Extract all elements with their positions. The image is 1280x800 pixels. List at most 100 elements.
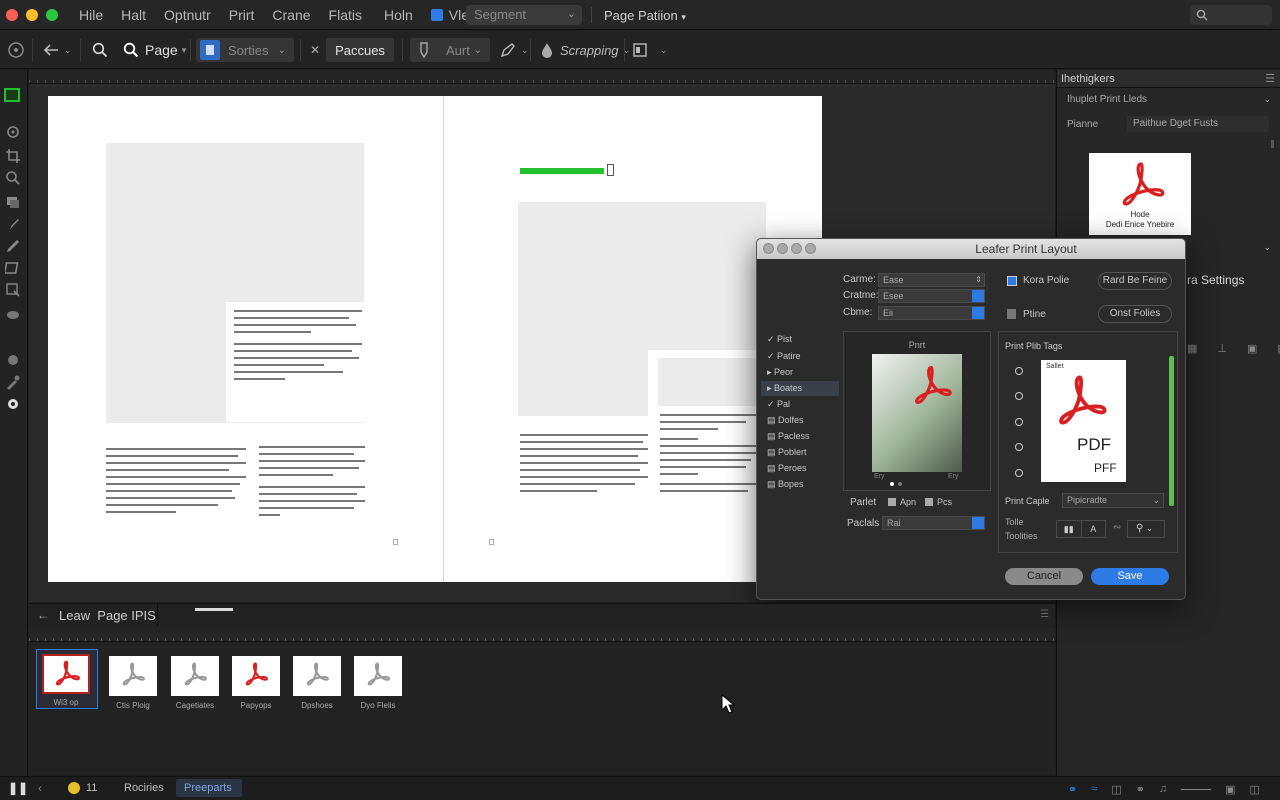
search-options-dropdown[interactable]: ⚲ ⌄ — [1127, 520, 1165, 538]
pause-icon[interactable]: ❚❚ — [8, 781, 28, 795]
pen-icon[interactable] — [5, 238, 21, 254]
close-window-button[interactable] — [6, 8, 18, 21]
dialog-close-button[interactable] — [763, 243, 774, 254]
menu-item[interactable]: Halt — [112, 7, 155, 23]
distribute-icon[interactable]: ⊥ — [1217, 342, 1227, 356]
menu-item[interactable]: Holn — [375, 7, 422, 23]
warning-icon[interactable] — [68, 782, 80, 794]
hand-icon[interactable] — [5, 352, 21, 368]
music-icon[interactable]: ♫ — [1159, 783, 1167, 795]
menu-item[interactable]: Hile — [70, 7, 112, 23]
radio-button[interactable] — [1015, 443, 1023, 451]
close-icon[interactable]: ☰ — [1265, 72, 1275, 85]
cancel-button[interactable]: Cancel — [1005, 568, 1083, 585]
print-caple-dropdown[interactable]: Pipicradte ⌄ — [1062, 493, 1164, 508]
kora-polie-label[interactable]: Kora Polie — [1023, 275, 1069, 286]
zoom-tool-button[interactable] — [92, 38, 108, 62]
columns-icon[interactable]: ◫ — [1111, 783, 1121, 796]
settings-dropdown[interactable]: ⌄ — [1187, 242, 1275, 258]
radio-button[interactable] — [1015, 392, 1023, 400]
green-scrollbar[interactable] — [1169, 356, 1174, 506]
panel-scrollbar[interactable] — [1271, 140, 1274, 148]
wrap-icon[interactable]: ∾ — [1113, 522, 1121, 533]
chain-icon[interactable]: ⚭ — [1136, 783, 1145, 796]
cloud-icon[interactable] — [5, 306, 21, 322]
crop-icon[interactable] — [5, 148, 21, 164]
list-item[interactable]: ✓ Patire — [767, 351, 801, 362]
status-tab-active[interactable]: Preeparts — [176, 779, 242, 797]
sorties-dropdown[interactable]: Sorties ⌄ — [196, 38, 294, 62]
onst-folies-button[interactable]: Onst Folies — [1098, 305, 1172, 323]
preset-dropdown[interactable]: Ihuplet Print Lleds ⌄ — [1063, 94, 1275, 110]
radio-button[interactable] — [1015, 367, 1023, 375]
page-pattern-menu[interactable]: Page Patiion ▾ — [604, 8, 686, 23]
list-item[interactable]: ✓ Pist — [767, 334, 792, 345]
zoom-slider[interactable] — [1181, 788, 1212, 790]
paclals-field[interactable]: Rai — [882, 516, 985, 530]
search-field[interactable] — [1190, 5, 1272, 25]
list-item[interactable]: ▸ Peor — [767, 367, 793, 378]
link-icon[interactable]: ⚭ — [1068, 783, 1077, 796]
list-item[interactable]: ▤ Peroes — [767, 463, 807, 474]
preview-page-indicator[interactable] — [890, 482, 894, 486]
paccues-button[interactable]: Paccues — [326, 38, 394, 62]
page-thumbnail[interactable] — [42, 654, 90, 694]
page-zoom-dropdown[interactable]: Page ▾ — [123, 38, 186, 62]
list-item[interactable]: ▤ Pacless — [767, 431, 810, 442]
checkbox[interactable] — [888, 498, 896, 506]
minimize-window-button[interactable] — [26, 8, 38, 21]
zoom-window-button[interactable] — [46, 8, 58, 21]
menu-item[interactable]: Flatis — [320, 7, 371, 23]
name-field[interactable]: Paithue Dget Fusts — [1127, 116, 1269, 132]
list-item[interactable]: ▤ Poblert — [767, 447, 807, 458]
frame-icon[interactable]: ▣ — [1247, 342, 1257, 356]
save-button[interactable]: Save — [1091, 568, 1169, 585]
search-icon[interactable] — [5, 170, 21, 186]
page-thumbnail[interactable] — [354, 656, 402, 696]
segment-select[interactable]: Segment ⌄ — [466, 5, 582, 25]
gear-icon[interactable] — [5, 124, 21, 140]
dialog-zoom-button[interactable] — [791, 243, 802, 254]
menu-item[interactable]: Crane — [263, 7, 319, 23]
menu-item[interactable]: Optnutr — [155, 7, 220, 23]
panel-menu-icon[interactable]: ☰ — [1040, 609, 1049, 620]
list-item[interactable]: ▤ Dolfes — [767, 415, 804, 426]
menu-item[interactable]: Prirt — [220, 7, 264, 23]
text-icon[interactable]: A — [1082, 521, 1106, 537]
back-arrow-button[interactable]: ⌄ — [42, 38, 72, 62]
radio-button[interactable] — [1015, 469, 1023, 477]
page-thumbnail[interactable] — [109, 656, 157, 696]
shape-icon[interactable] — [5, 260, 21, 276]
left-page[interactable] — [48, 96, 444, 582]
align-icon[interactable]: ▦ — [1187, 342, 1197, 356]
wave-icon[interactable]: ≈ — [1091, 783, 1097, 795]
layout-tool-button[interactable]: ⌄ — [632, 38, 668, 62]
page-thumbnail[interactable] — [171, 656, 219, 696]
page-thumbnail[interactable] — [232, 656, 280, 696]
carme-field[interactable]: Ease ⇕ — [878, 273, 985, 287]
scrapping-dropdown[interactable]: Scrapping ⌄ — [540, 38, 630, 62]
auto-dropdown[interactable]: Aurt ⌄ — [410, 38, 490, 62]
settings-circle-icon[interactable] — [6, 38, 26, 62]
radio-button[interactable] — [1015, 418, 1023, 426]
list-item-selected[interactable]: ▸ Boates — [761, 381, 839, 396]
active-tool-icon[interactable] — [4, 88, 20, 102]
brush-icon[interactable] — [5, 216, 21, 232]
frame-icon[interactable]: ▣ — [1225, 783, 1235, 796]
split-icon[interactable]: ◫ — [1250, 783, 1260, 796]
chevron-left-icon[interactable]: ‹ — [38, 781, 42, 795]
gear-icon[interactable] — [5, 396, 21, 412]
cbme-field[interactable]: Eii — [878, 306, 985, 320]
list-item[interactable]: ✓ Pal — [767, 399, 790, 410]
status-tab[interactable]: Rociries — [124, 782, 164, 794]
page-thumbnail[interactable] — [293, 656, 341, 696]
eyedropper-icon[interactable] — [5, 374, 21, 390]
text-frame-icon[interactable] — [5, 282, 21, 298]
preview-page-indicator[interactable] — [898, 482, 902, 486]
rard-be-feine-button[interactable]: Rard Be Feine — [1098, 272, 1172, 290]
dialog-minimize-button[interactable] — [777, 243, 788, 254]
selection-tool-icon[interactable]: ✕ — [310, 38, 320, 62]
ptine-label[interactable]: Ptine — [1023, 309, 1046, 320]
dialog-titlebar[interactable]: Leafer Print Layout — [757, 239, 1185, 259]
checkbox[interactable] — [925, 498, 933, 506]
